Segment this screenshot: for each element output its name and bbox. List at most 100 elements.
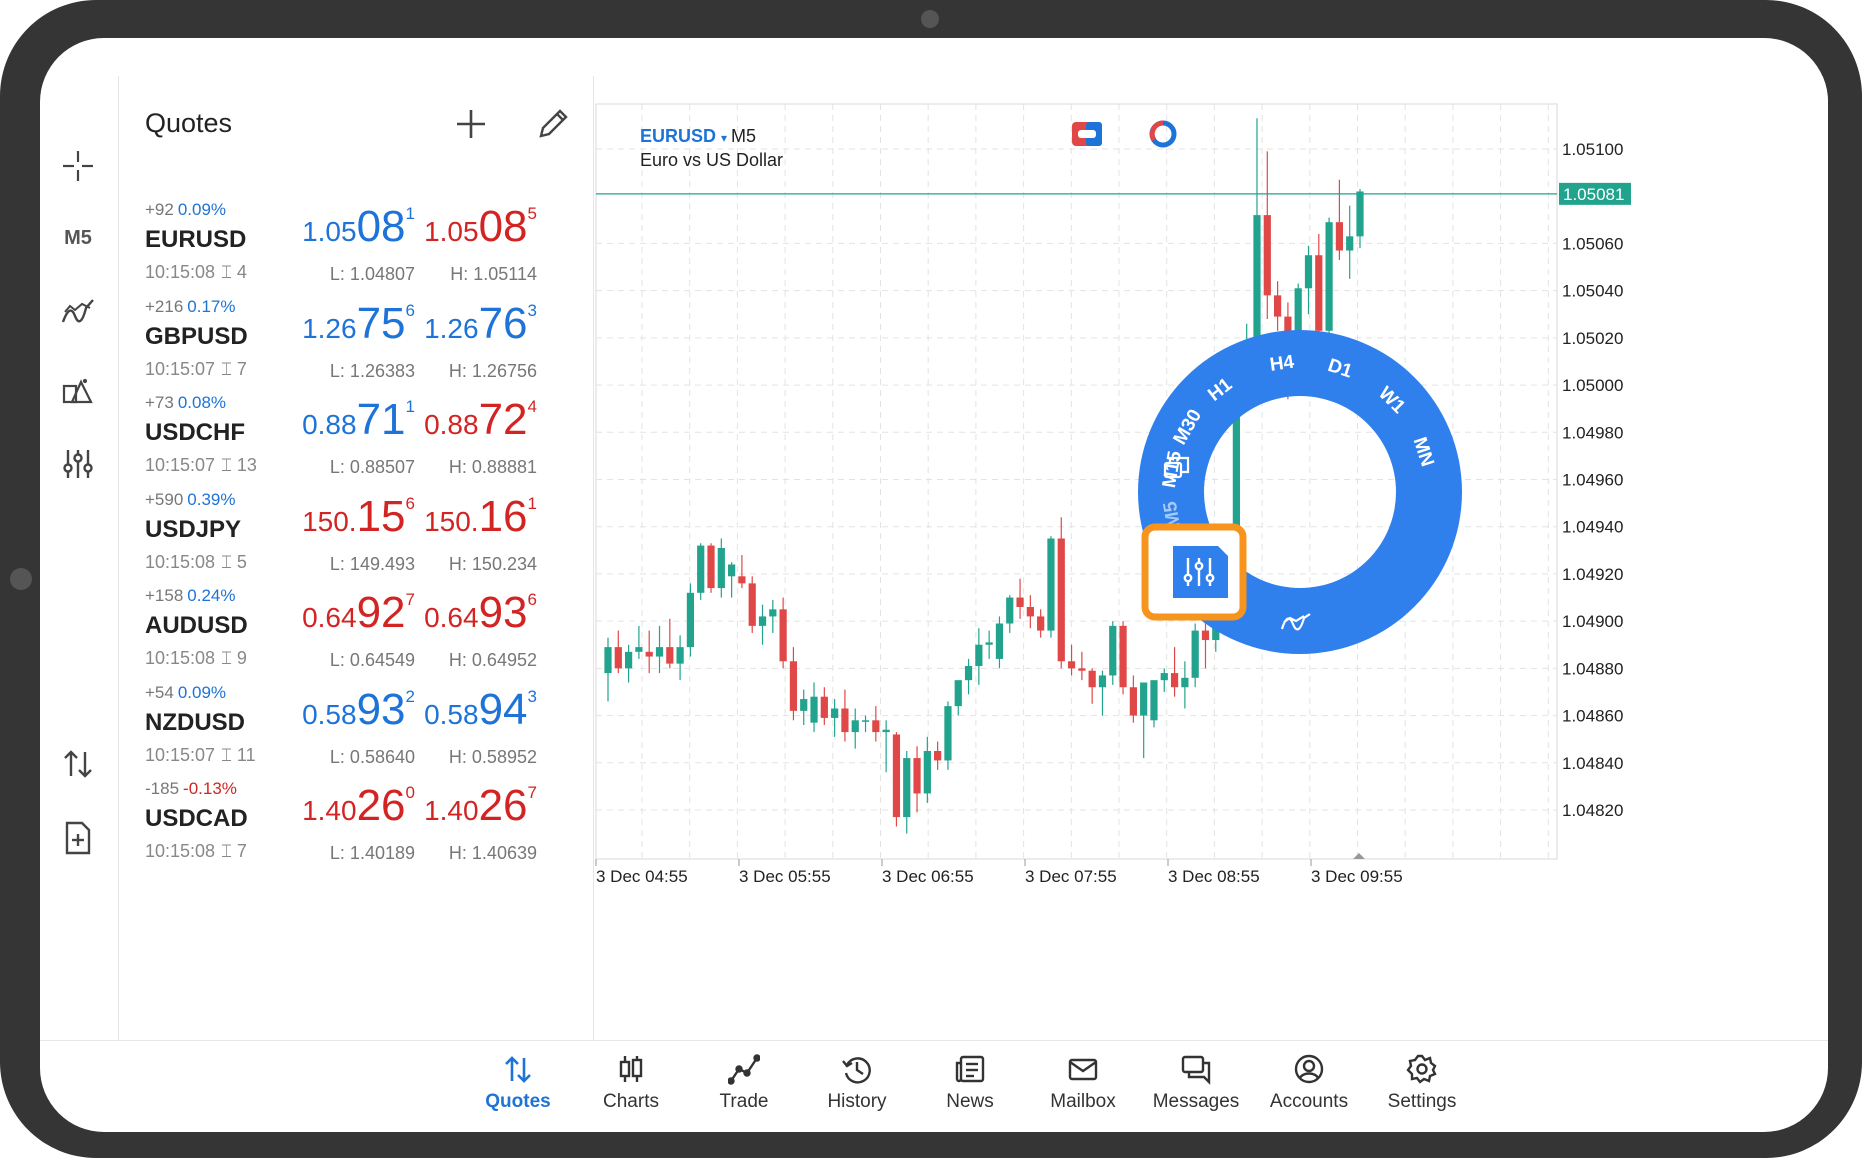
candles-icon [619,1056,643,1082]
updown-arrows-icon[interactable] [54,740,102,788]
nav-settings[interactable]: Settings [1367,1053,1477,1125]
nav-mailbox[interactable]: Mailbox [1028,1053,1138,1125]
candle-body [851,720,859,733]
edit-symbols-button[interactable] [531,102,575,146]
x-tick-label: 3 Dec 05:55 [739,867,831,886]
nav-quotes[interactable]: Quotes [463,1053,573,1125]
candle-body [604,647,612,674]
nav-news[interactable]: News [915,1053,1025,1125]
y-tick-label: 1.05000 [1562,376,1623,395]
chart-symbol[interactable]: EURUSD ▾ [640,126,727,147]
ask-price: 0.58943 [424,684,537,734]
quote-change: +590 0.39% [145,489,236,509]
nav-messages[interactable]: Messages [1141,1053,1251,1125]
candle-body [1057,538,1065,662]
candle-body [1098,675,1107,688]
candle-body [1140,682,1148,716]
candle-body [1078,668,1086,671]
quote-spread: 9 [236,648,247,668]
x-tick-label: 3 Dec 07:55 [1025,867,1117,886]
y-tick-label: 1.05020 [1562,329,1623,348]
quote-high: H: 0.58952 [448,746,537,767]
candle-body [975,644,983,666]
spread-icon: ⌶ [221,262,232,282]
candle-body [882,729,890,733]
chart-area[interactable]: 1.05100 1.05060 1.05040 1.05020 1.05000 1.049… [594,76,1828,1040]
chat-icon [1181,1055,1211,1085]
quote-row-usdcad[interactable]: -185 -0.13% USDCAD 10:15:08 ⌶ 7 1.40260 1.4026… [119,779,595,893]
candle-body [1016,597,1024,607]
nav-label: Mailbox [1050,1091,1116,1112]
x-tick-label: 3 Dec 08:55 [1168,867,1260,886]
ask-price: 150.161 [424,491,537,541]
nav-charts[interactable]: Charts [576,1053,686,1125]
wheel-timeframe-h4[interactable]: H4 [1268,352,1295,376]
candle-body [1006,597,1014,624]
quote-symbol: AUDUSD [145,612,248,639]
nav-label: Quotes [485,1091,551,1112]
quote-time: 10:15:08 ⌶ 7 [145,841,247,861]
nav-label: Messages [1152,1091,1240,1112]
candle-body [738,576,746,584]
candle-body [1304,255,1313,289]
candle-body [1129,687,1137,716]
nav-accounts[interactable]: Accounts [1254,1053,1364,1125]
quote-high: H: 0.88881 [448,457,537,477]
plus-icon [457,110,485,138]
candle-body [624,651,633,669]
y-tick-label: 1.04840 [1562,754,1623,773]
nav-label: Settings [1387,1091,1457,1112]
nav-history[interactable]: History [802,1053,912,1125]
spread-icon: ⌶ [221,551,232,572]
nav-label: News [946,1091,994,1112]
trend-icon [728,1054,760,1085]
ask-price: 1.05085 [424,202,537,251]
x-tick-label: 3 Dec 06:55 [882,867,974,886]
quote-symbol: USDCAD [145,805,248,832]
objects-icon[interactable] [54,366,102,414]
candle-body [1067,661,1076,669]
quote-spread: 11 [236,744,256,765]
candle-body [841,708,849,733]
sliders-icon [1183,558,1215,586]
candle-body [676,647,684,664]
quote-spread: 13 [236,455,257,475]
ask-price: 1.40267 [424,781,537,830]
y-tick-label: 1.04820 [1562,801,1623,820]
chart-description: Euro vs US Dollar [640,150,784,170]
camera-dot [921,10,939,28]
price-chart[interactable]: 1.05100 1.05060 1.05040 1.05020 1.05000 1.049… [594,76,1828,1040]
candle-body [1119,625,1127,688]
quote-spread: 7 [236,358,247,379]
ask-price: 1.26763 [424,298,537,348]
nav-trade[interactable]: Trade [689,1053,799,1125]
candle-body [789,661,798,711]
indicators-icon[interactable] [54,288,102,336]
candle-body [1263,215,1271,296]
document-plus-icon[interactable] [54,814,102,862]
y-tick-label: 1.04960 [1562,471,1623,490]
candle-body [1170,673,1179,688]
add-symbol-button[interactable] [449,102,493,146]
one-click-trading-icon[interactable] [1072,122,1102,146]
sliders-icon[interactable] [54,440,102,488]
news-icon [955,1055,985,1083]
bid-price: 1.26756 [302,298,415,348]
candle-body [1253,215,1261,341]
nav-label: Charts [603,1091,659,1112]
updown-arrows-icon [505,1056,531,1083]
quote-change-percent: -0.13% [183,779,237,798]
candle-body [964,665,973,681]
account-icon [1294,1054,1324,1084]
timeframe-button[interactable]: M5 [54,214,102,262]
crosshair-icon[interactable] [54,142,102,190]
nav-label: Accounts [1269,1091,1349,1112]
y-tick-label: 1.04920 [1562,565,1623,584]
candle-body [1315,255,1323,331]
quote-spread: 7 [236,841,247,861]
mail-icon [1068,1058,1098,1081]
candle-body [1109,625,1117,676]
quotes-header: Quotes [119,76,595,176]
candle-body [985,642,993,645]
chart-settings-button[interactable] [1141,523,1247,621]
